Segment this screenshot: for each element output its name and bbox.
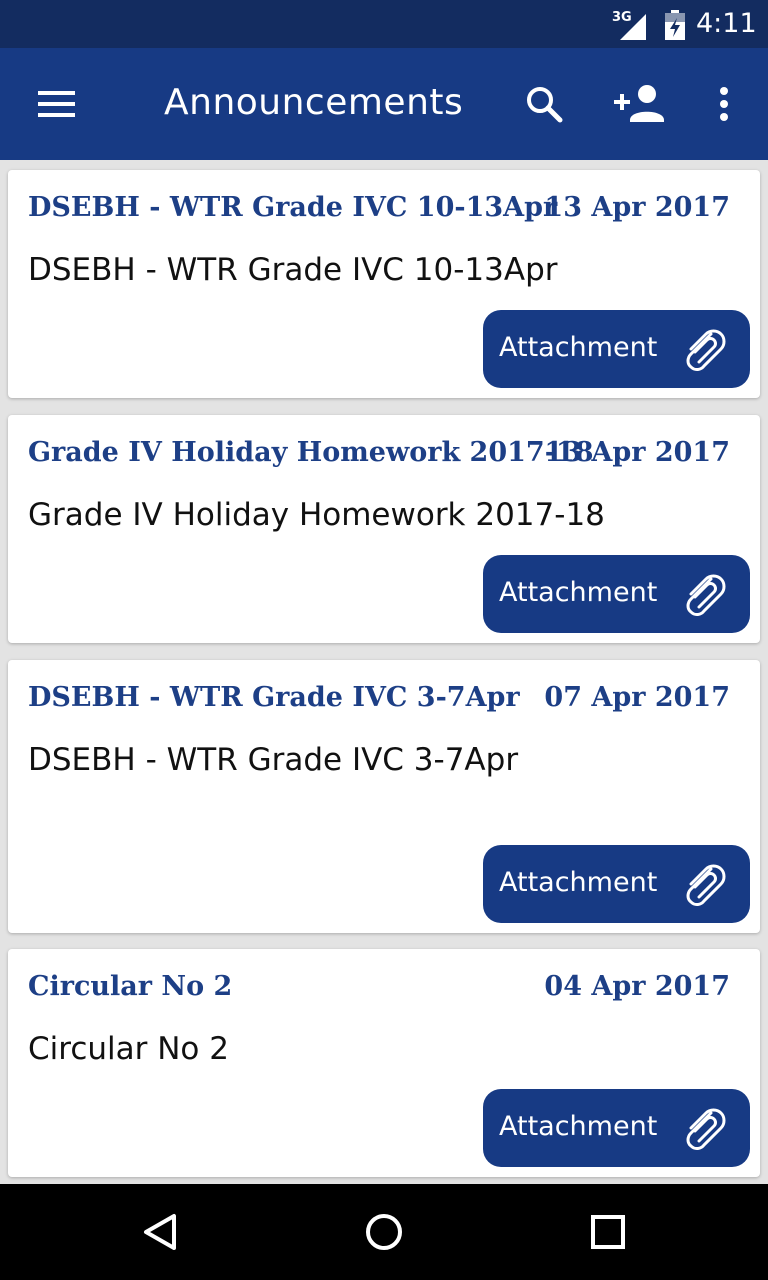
paperclip-icon (686, 329, 726, 371)
announcement-body: Circular No 2 (28, 1031, 229, 1067)
search-button[interactable] (516, 76, 572, 132)
recents-square-icon (591, 1215, 625, 1249)
announcement-title: Circular No 2 (28, 971, 233, 1002)
attachment-button[interactable]: Attachment (483, 1089, 750, 1167)
announcement-date: 07 Apr 2017 (544, 682, 730, 713)
attachment-label: Attachment (499, 577, 658, 608)
recents-button[interactable] (584, 1208, 632, 1256)
announcement-card[interactable]: Circular No 2 04 Apr 2017 Circular No 2 … (8, 949, 760, 1177)
announcement-date: 04 Apr 2017 (544, 971, 730, 1002)
back-triangle-icon (144, 1214, 176, 1250)
attachment-button[interactable]: Attachment (483, 555, 750, 633)
announcement-title: DSEBH - WTR Grade IVC 3-7Apr (28, 682, 520, 713)
paperclip-icon (686, 574, 726, 616)
announcement-body: DSEBH - WTR Grade IVC 3-7Apr (28, 742, 519, 778)
more-options-button[interactable] (700, 76, 748, 132)
search-icon (527, 87, 563, 123)
navigation-bar (0, 1184, 768, 1280)
menu-button[interactable] (24, 76, 88, 132)
announcement-title: Grade IV Holiday Homework 2017-18 (28, 437, 594, 468)
home-button[interactable] (360, 1208, 408, 1256)
announcement-date: 13 Apr 2017 (544, 437, 730, 468)
battery-icon (665, 10, 685, 40)
more-vert-icon (720, 87, 728, 121)
announcement-date: 13 Apr 2017 (544, 192, 730, 223)
announcement-card[interactable]: DSEBH - WTR Grade IVC 3-7Apr 07 Apr 2017… (8, 660, 760, 933)
attachment-label: Attachment (499, 867, 658, 898)
attachment-label: Attachment (499, 1111, 658, 1142)
announcement-card[interactable]: DSEBH - WTR Grade IVC 10-13Apr 13 Apr 20… (8, 170, 760, 398)
signal-icon (620, 14, 646, 40)
hamburger-icon (38, 91, 75, 117)
status-bar: 3G 4:11 (0, 0, 768, 48)
add-user-icon (614, 85, 664, 122)
app-bar: Announcements (0, 48, 768, 160)
add-user-button[interactable] (608, 76, 672, 132)
announcement-body: Grade IV Holiday Homework 2017-18 (28, 497, 605, 533)
announcement-title: DSEBH - WTR Grade IVC 10-13Apr (28, 192, 558, 223)
announcement-body: DSEBH - WTR Grade IVC 10-13Apr (28, 252, 558, 288)
paperclip-icon (686, 864, 726, 906)
home-circle-icon (366, 1214, 402, 1250)
announcement-card[interactable]: Grade IV Holiday Homework 2017-18 13 Apr… (8, 415, 760, 643)
status-time: 4:11 (696, 8, 757, 39)
paperclip-icon (686, 1108, 726, 1150)
attachment-button[interactable]: Attachment (483, 845, 750, 923)
attachment-button[interactable]: Attachment (483, 310, 750, 388)
back-button[interactable] (136, 1208, 184, 1256)
attachment-label: Attachment (499, 332, 658, 363)
page-title: Announcements (164, 82, 464, 123)
